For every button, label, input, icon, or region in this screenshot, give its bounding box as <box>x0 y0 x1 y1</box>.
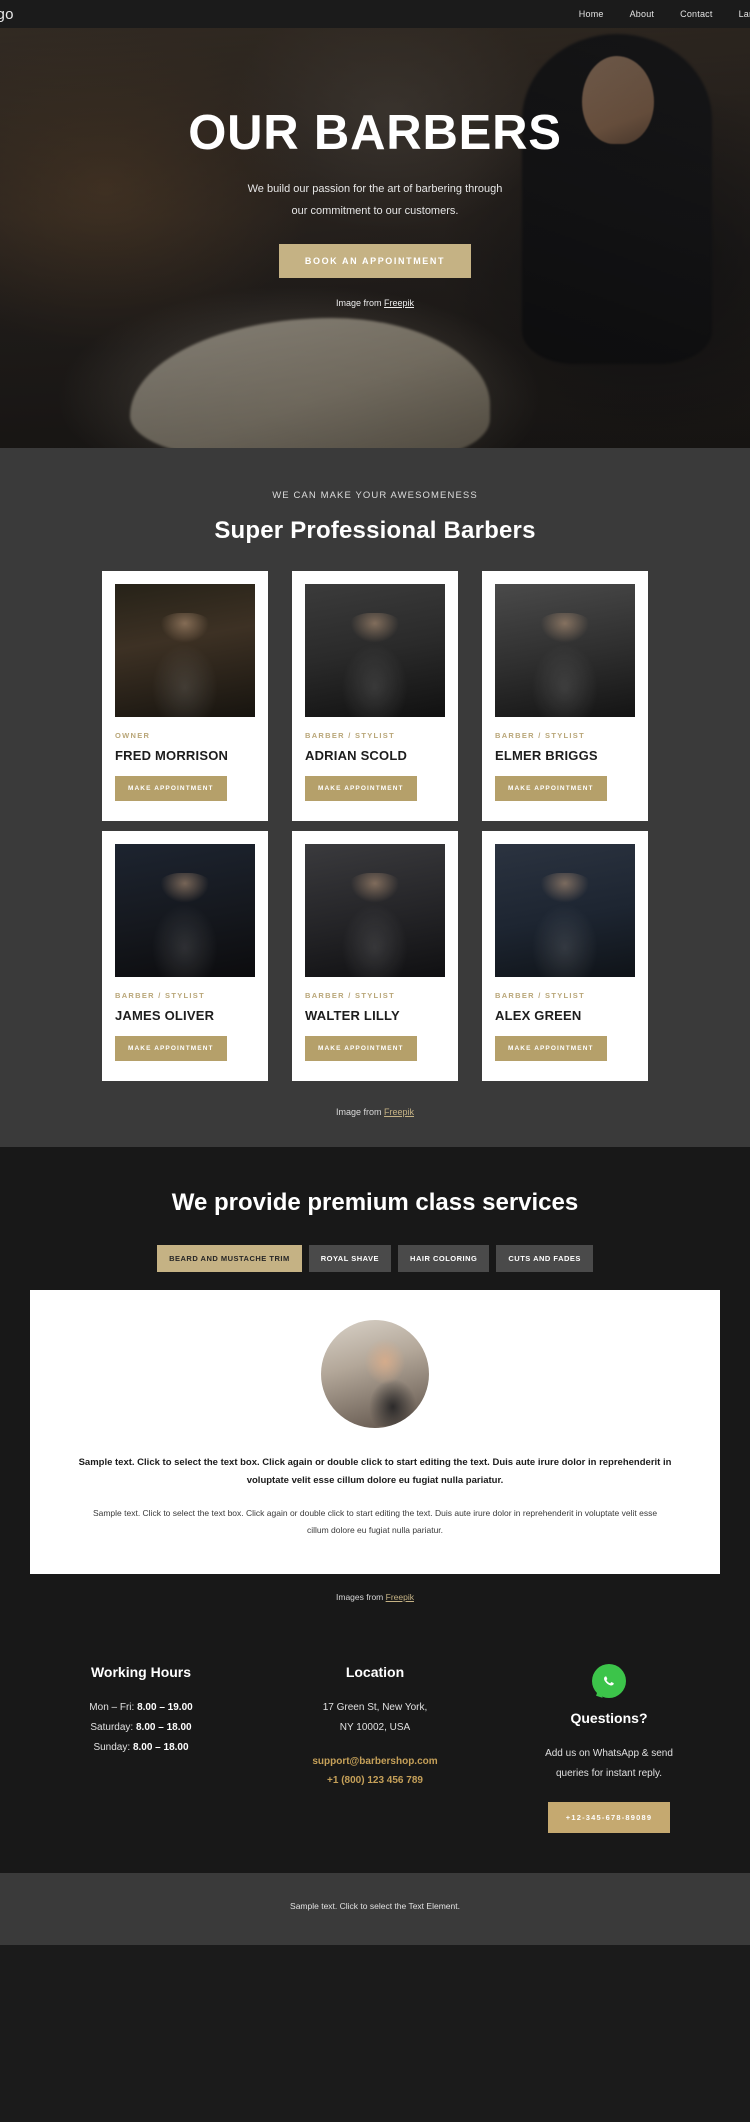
whatsapp-icon <box>592 1664 626 1699</box>
address-line-1: 17 Green St, New York, <box>322 1702 428 1714</box>
hours-day: Sunday: <box>93 1742 133 1754</box>
barber-role: BARBER / STYLIST <box>305 991 395 1000</box>
location-address: 17 Green St, New York, NY 10002, USA <box>258 1698 492 1738</box>
tab-hair-coloring[interactable]: HAIR COLORING <box>398 1245 490 1272</box>
hero-title: OUR BARBERS <box>188 106 562 160</box>
hero-credit-link[interactable]: Freepik <box>384 298 414 308</box>
services-body-text: Sample text. Click to select the text bo… <box>92 1508 658 1535</box>
team-image-credit: Image from Freepik <box>0 1107 750 1117</box>
services-credit-link[interactable]: Freepik <box>386 1592 414 1602</box>
services-image-credit: Images from Freepik <box>0 1592 750 1602</box>
nav-link-contact[interactable]: Contact <box>680 9 712 19</box>
barber-photo <box>495 844 635 977</box>
working-hours-column: Working Hours Mon – Fri: 8.00 – 19.00 Sa… <box>24 1664 258 1833</box>
barber-name: ELMER BRIGGS <box>495 748 598 763</box>
site-logo[interactable]: ogo <box>0 6 14 23</box>
footer-text: Sample text. Click to select the Text El… <box>290 1901 460 1912</box>
location-column: Location 17 Green St, New York, NY 10002… <box>258 1664 492 1833</box>
service-avatar <box>321 1320 429 1428</box>
book-appointment-button[interactable]: BOOK AN APPOINTMENT <box>278 244 472 279</box>
hours-day: Saturday: <box>90 1722 136 1734</box>
page-root: ogo Home About Contact Landing OUR BARBE… <box>0 0 750 1946</box>
hours-time: 8.00 – 18.00 <box>135 1722 192 1734</box>
team-card[interactable]: BARBER / STYLIST JAMES OLIVER MAKE APPOI… <box>102 831 268 1081</box>
barber-role: BARBER / STYLIST <box>305 731 395 740</box>
address-line-2: NY 10002, USA <box>339 1722 411 1734</box>
services-tabs: BEARD AND MUSTACHE TRIM ROYAL SHAVE HAIR… <box>0 1245 750 1272</box>
make-appointment-button[interactable]: MAKE APPOINTMENT <box>305 1036 417 1061</box>
working-hours-title: Working Hours <box>90 1664 192 1681</box>
contact-phone-link[interactable]: +1 (800) 123 456 789 <box>258 1771 492 1790</box>
info-section: Working Hours Mon – Fri: 8.00 – 19.00 Sa… <box>0 1602 750 1874</box>
top-navigation-bar: ogo Home About Contact Landing <box>0 0 750 28</box>
team-section: WE CAN MAKE YOUR AWESOMENESS Super Profe… <box>0 448 750 1147</box>
nav-link-landing[interactable]: Landing <box>739 9 750 19</box>
contact-email-link[interactable]: support@barbershop.com <box>258 1752 492 1771</box>
make-appointment-button[interactable]: MAKE APPOINTMENT <box>495 1036 607 1061</box>
hours-row: Sunday: 8.00 – 18.00 <box>24 1738 258 1758</box>
barber-name: FRED MORRISON <box>115 748 229 763</box>
whatsapp-text-line-2: queries for instant reply. <box>556 1768 662 1780</box>
barber-photo <box>115 584 255 717</box>
hours-row: Mon – Fri: 8.00 – 19.00 <box>24 1698 258 1718</box>
team-cards-grid: OWNER FRED MORRISON MAKE APPOINTMENT BAR… <box>0 571 750 1081</box>
team-credit-link[interactable]: Freepik <box>384 1107 414 1117</box>
barber-role: OWNER <box>115 731 151 740</box>
team-eyebrow: WE CAN MAKE YOUR AWESOMENESS <box>272 490 478 501</box>
tab-cuts-and-fades[interactable]: CUTS AND FADES <box>496 1245 593 1272</box>
barber-photo <box>305 844 445 977</box>
services-credit-prefix: Images from <box>336 1592 386 1603</box>
hours-time: 8.00 – 19.00 <box>137 1702 193 1714</box>
whatsapp-number-button[interactable]: +12-345-678-89089 <box>547 1802 671 1834</box>
barber-role: BARBER / STYLIST <box>115 991 205 1000</box>
barber-role: BARBER / STYLIST <box>495 991 585 1000</box>
hours-time: 8.00 – 18.00 <box>132 1742 189 1754</box>
team-credit-prefix: Image from <box>335 1107 384 1117</box>
services-section: We provide premium class services BEARD … <box>0 1147 750 1874</box>
team-title: Super Professional Barbers <box>214 517 536 544</box>
barber-photo <box>495 584 635 717</box>
tab-beard-and-mustache-trim[interactable]: BEARD AND MUSTACHE TRIM <box>157 1245 302 1272</box>
hero-section: OUR BARBERS We build our passion for the… <box>0 28 750 448</box>
services-title: We provide premium class services <box>171 1189 579 1216</box>
make-appointment-button[interactable]: MAKE APPOINTMENT <box>305 776 417 801</box>
tab-royal-shave[interactable]: ROYAL SHAVE <box>308 1245 392 1272</box>
whatsapp-text: Add us on WhatsApp & send queries for in… <box>492 1744 726 1784</box>
hours-row: Saturday: 8.00 – 18.00 <box>24 1718 258 1738</box>
make-appointment-button[interactable]: MAKE APPOINTMENT <box>495 776 607 801</box>
barber-role: BARBER / STYLIST <box>495 731 585 740</box>
whatsapp-text-line-1: Add us on WhatsApp & send <box>545 1748 673 1760</box>
nav-links: Home About Contact Landing <box>579 9 750 19</box>
team-card[interactable]: OWNER FRED MORRISON MAKE APPOINTMENT <box>102 571 268 821</box>
make-appointment-button[interactable]: MAKE APPOINTMENT <box>115 776 227 801</box>
location-title: Location <box>345 1664 405 1681</box>
whatsapp-column: Questions? Add us on WhatsApp & send que… <box>492 1664 726 1834</box>
barber-name: JAMES OLIVER <box>115 1008 215 1023</box>
hero-credit-prefix: Image from <box>335 298 384 309</box>
services-lead-text: Sample text. Click to select the text bo… <box>78 1457 672 1486</box>
barber-name: ALEX GREEN <box>495 1008 582 1023</box>
hero-image-credit: Image from Freepik <box>0 298 750 308</box>
hero-subtitle-line1: We build our passion for the art of barb… <box>247 183 503 196</box>
team-card[interactable]: BARBER / STYLIST ELMER BRIGGS MAKE APPOI… <box>482 571 648 821</box>
hero-subtitle-line2: our commitment to our customers. <box>291 204 459 217</box>
whatsapp-title: Questions? <box>570 1710 648 1727</box>
make-appointment-button[interactable]: MAKE APPOINTMENT <box>115 1036 227 1061</box>
hero-subtitle: We build our passion for the art of barb… <box>0 179 750 222</box>
services-panel: Sample text. Click to select the text bo… <box>30 1290 720 1575</box>
team-card[interactable]: BARBER / STYLIST WALTER LILLY MAKE APPOI… <box>292 831 458 1081</box>
barber-name: WALTER LILLY <box>305 1008 400 1023</box>
nav-link-about[interactable]: About <box>630 9 655 19</box>
team-card[interactable]: BARBER / STYLIST ALEX GREEN MAKE APPOINT… <box>482 831 648 1081</box>
barber-name: ADRIAN SCOLD <box>305 748 408 763</box>
team-card[interactable]: BARBER / STYLIST ADRIAN SCOLD MAKE APPOI… <box>292 571 458 821</box>
barber-photo <box>115 844 255 977</box>
footer-section: Sample text. Click to select the Text El… <box>0 1873 750 1946</box>
nav-link-home[interactable]: Home <box>579 9 604 19</box>
hours-day: Mon – Fri: <box>89 1702 138 1714</box>
barber-photo <box>305 584 445 717</box>
hero-content: OUR BARBERS We build our passion for the… <box>0 28 750 279</box>
